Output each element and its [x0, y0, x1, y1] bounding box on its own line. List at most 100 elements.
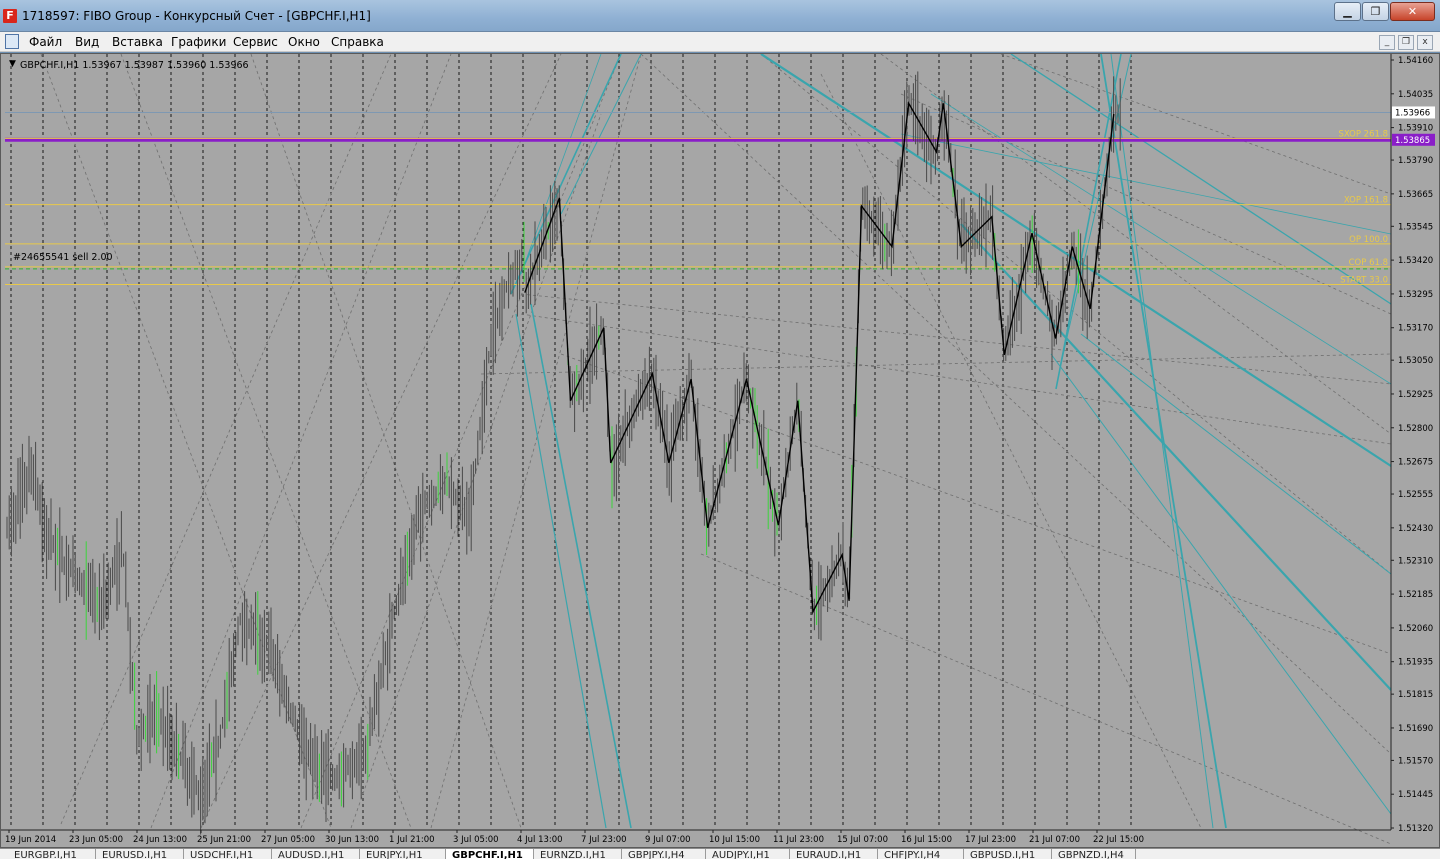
price-tick-label: 1.51570	[1398, 756, 1433, 766]
dashed-trend-line	[640, 54, 1392, 755]
chart-tab[interactable]: EURJPY.I,H1	[360, 849, 446, 859]
zigzag-line	[524, 101, 1115, 615]
dashed-trend-line	[150, 54, 452, 829]
menu-tools[interactable]: Сервис	[233, 35, 278, 49]
price-tick-label: 1.52800	[1398, 424, 1433, 434]
chart-tab[interactable]: GBPCHF.I,H1	[446, 849, 534, 859]
dashed-trend-line	[300, 54, 622, 829]
time-tick-label: 27 Jun 05:00	[261, 835, 315, 845]
chart-tab[interactable]: CHFJPY.I,H4	[878, 849, 964, 859]
price-tick-label: 1.53545	[1398, 222, 1433, 232]
teal-channel-line	[930, 93, 1392, 385]
teal-channel-line	[1080, 333, 1392, 575]
time-tick-label: 16 Jul 15:00	[901, 835, 952, 845]
time-tick-label: 11 Jul 23:00	[773, 835, 824, 845]
mdi-minimize-button[interactable]: _	[1379, 35, 1395, 50]
teal-channel-line	[560, 54, 642, 215]
time-tick-label: 15 Jul 07:00	[837, 835, 888, 845]
trend-lines	[40, 54, 1392, 845]
fibonacci-levels: SXOP 261.8 XOP 161.8 OP 100.0 COP 61.8 START…	[5, 111, 1391, 285]
menu-help[interactable]: Справка	[331, 35, 384, 49]
chart-document-icon[interactable]	[5, 34, 19, 49]
menu-window[interactable]: Окно	[288, 35, 320, 49]
chart-tab[interactable]: GBPNZD.I,H4	[1052, 849, 1136, 859]
time-axis: 19 Jun 2014 23 Jun 05:00 24 Jun 13:00 25 Ju…	[1, 829, 1391, 845]
price-tick-label: 1.53170	[1398, 324, 1433, 334]
price-tick-label: 1.54160	[1398, 56, 1433, 66]
chart-tab[interactable]: EURGBP.I,H1	[8, 849, 96, 859]
price-tick-label: 1.52555	[1398, 490, 1433, 500]
menu-insert[interactable]: Вставка	[112, 35, 163, 49]
chart-tab[interactable]: EURNZD.I,H1	[534, 849, 622, 859]
dashed-trend-line	[760, 54, 1392, 575]
teal-channel-line	[515, 313, 607, 829]
time-tick-label: 25 Jun 21:00	[197, 835, 251, 845]
chart-area[interactable]: SXOP 261.8 XOP 161.8 OP 100.0 COP 61.8 START…	[0, 53, 1440, 848]
fib-level-label: START 33.0	[1340, 275, 1388, 285]
time-tick-label: 19 Jun 2014	[5, 835, 56, 845]
dashed-trend-line	[480, 353, 1392, 375]
price-tick-label: 1.53790	[1398, 156, 1433, 166]
terminal-window: F 1718597: FIBO Group - Конкурсный Счет …	[0, 0, 1440, 859]
chart-tab[interactable]: GBPUSD.I,H1	[964, 849, 1052, 859]
price-tick-label: 1.52310	[1398, 556, 1433, 566]
minimize-button[interactable]: ▁	[1334, 2, 1361, 21]
time-tick-label: 23 Jun 05:00	[69, 835, 123, 845]
price-tick-label: 1.51445	[1398, 790, 1433, 800]
current-price-label: 1.53966	[1395, 108, 1430, 118]
price-tick-label: 1.52185	[1398, 590, 1433, 600]
price-tick-label: 1.53665	[1398, 190, 1433, 200]
fib-level-label: SXOP 261.8	[1338, 129, 1388, 139]
chart-tab[interactable]: AUDUSD.I,H1	[272, 849, 360, 859]
dashed-trend-line	[1000, 54, 1392, 195]
time-tick-label: 30 Jun 13:00	[325, 835, 379, 845]
chart-tab[interactable]: GBPJPY.I,H4	[622, 849, 706, 859]
fib-level-label: XOP 161.8	[1344, 196, 1388, 206]
dashed-trend-line	[820, 73, 1202, 829]
teal-channel-line	[1050, 353, 1392, 815]
time-tick-label: 1 Jul 21:00	[389, 835, 435, 845]
time-tick-label: 10 Jul 15:00	[709, 835, 760, 845]
close-button[interactable]: ✕	[1390, 2, 1435, 21]
dashed-trend-line	[250, 54, 522, 829]
window-title: 1718597: FIBO Group - Конкурсный Счет - …	[22, 9, 371, 23]
chart-symbol-header: GBPCHF.I,H1 1.53967 1.53987 1.53960 1.53…	[20, 60, 249, 71]
chart-tab[interactable]: USDCHF.I,H1	[184, 849, 272, 859]
period-separators	[10, 54, 1132, 828]
time-tick-label: 21 Jul 07:00	[1029, 835, 1080, 845]
price-tick-label: 1.53420	[1398, 256, 1433, 266]
time-tick-label: 4 Jul 13:00	[517, 835, 563, 845]
price-tick-label: 1.51690	[1398, 724, 1433, 734]
dashed-trend-line	[700, 553, 1392, 845]
price-tick-label: 1.54035	[1398, 90, 1433, 100]
maximize-button[interactable]: ❐	[1362, 2, 1389, 21]
menu-view[interactable]: Вид	[75, 35, 99, 49]
teal-channel-line	[510, 54, 622, 295]
chart-tab[interactable]: EURAUD.I,H1	[790, 849, 878, 859]
teal-channel-line	[1100, 54, 1227, 829]
dashed-trend-line	[60, 54, 392, 825]
fib-level-label: OP 100.0	[1349, 235, 1388, 245]
dashed-trend-line	[40, 54, 332, 829]
mdi-close-button[interactable]: x	[1417, 35, 1433, 50]
menu-file[interactable]: Файл	[29, 35, 62, 49]
chart-tab[interactable]: EURUSD.I,H1	[96, 849, 184, 859]
mdi-restore-button[interactable]: ❐	[1398, 35, 1414, 50]
zigzag-indicator	[524, 101, 1115, 615]
chart-tab[interactable]: AUDJPY.I,H1	[706, 849, 790, 859]
title-bar[interactable]: F 1718597: FIBO Group - Конкурсный Счет …	[0, 0, 1440, 32]
price-tick-label: 1.52675	[1398, 458, 1433, 468]
price-tick-label: 1.52060	[1398, 624, 1433, 634]
menu-charts[interactable]: Графики	[171, 35, 226, 49]
chart-tabs: EURGBP.I,H1 EURUSD.I,H1 USDCHF.I,H1 AUDUSD.…	[0, 848, 1440, 859]
price-axis: 1.54160 1.54035 1.53910 1.53790 1.53665 1.535…	[1390, 54, 1439, 847]
price-tick-label: 1.52430	[1398, 524, 1433, 534]
price-tick-label: 1.51935	[1398, 658, 1433, 668]
order-label[interactable]: #24655541 sell 2.00	[13, 252, 113, 263]
dashed-trend-line	[200, 54, 562, 829]
time-tick-label: 3 Jul 05:00	[453, 835, 499, 845]
price-tick-label: 1.51815	[1398, 690, 1433, 700]
price-tick-label: 1.53295	[1398, 290, 1433, 300]
time-tick-label: 7 Jul 23:00	[581, 835, 627, 845]
price-tick-label: 1.53050	[1398, 356, 1433, 366]
